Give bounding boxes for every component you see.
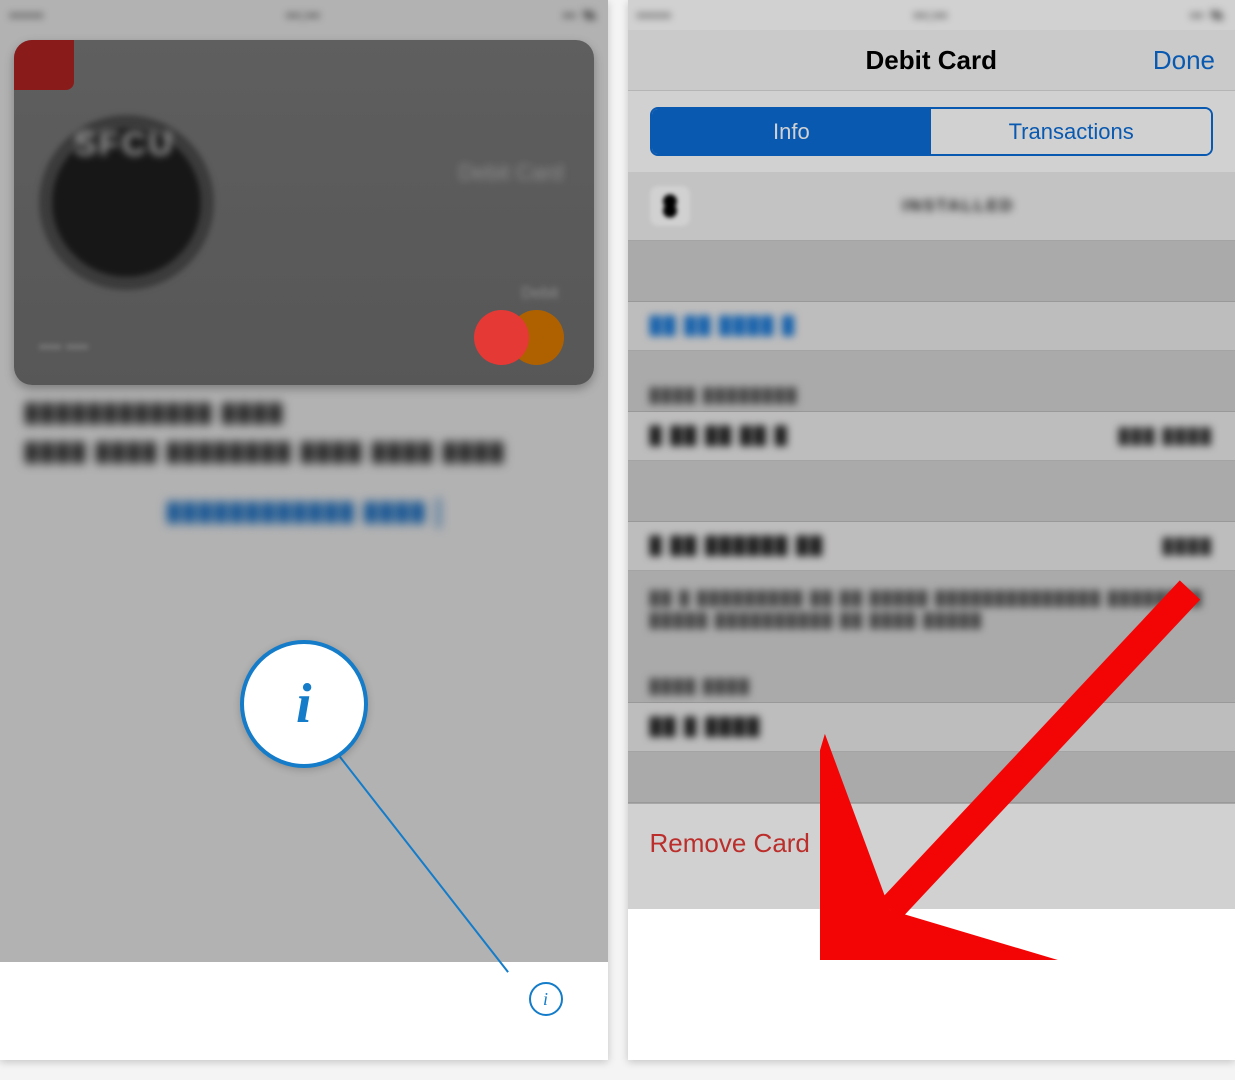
status-bar: ••••• ••:•• •• % [0,0,608,30]
info-button-callout: i [240,640,368,768]
status-time: ••:•• [287,7,321,23]
status-time: ••:•• [914,7,948,23]
list-footer-space [628,884,1235,924]
bottom-toolbar [0,962,608,1060]
status-battery: •• % [1191,7,1225,23]
section-header-card: ████ ████████ [628,351,1235,412]
wallet-card-screen: ••••• ••:•• •• % SFCU Debit Card Debit •… [0,0,608,1060]
device-account-footnote: ██ █ █████████ ██ ██ █████ █████████████… [628,571,1235,656]
nav-title: Debit Card [866,45,997,76]
card-last4: •••• •••• [39,339,88,357]
done-button[interactable]: Done [1153,45,1215,76]
card-corner-accent [14,40,74,90]
section-gap-1 [628,241,1235,302]
status-carrier: ••••• [10,7,45,23]
issuer-app-status: INSTALLED [902,196,1014,216]
info-button[interactable]: i [529,982,563,1016]
device-account-row: █ ██ ██████ ██ ████ [628,522,1235,571]
card-info-line-2: ████ ████ ████████ ████ ████ ████ [25,442,583,463]
section-gap-2 [628,461,1235,522]
segmented-control[interactable]: Info Transactions [650,107,1214,156]
details-list: INSTALLED ██ ██ ████ █ ████ ████████ █ █… [628,172,1235,803]
remove-card-button[interactable]: Remove Card [628,803,1235,884]
card-network-label: Debit [521,285,558,303]
issuer-app-icon [650,186,690,226]
status-carrier: ••••• [638,7,673,23]
mastercard-logo-icon [474,310,564,365]
status-bar: ••••• ••:•• •• % [628,0,1235,30]
card-info-line-1: ████████████ ████ [25,403,583,424]
status-battery: •• % [563,7,597,23]
remove-card-label: Remove Card [650,828,810,859]
card-number-row: █ ██ ██ ██ █ ███ ████ [628,412,1235,461]
card-type-label: Debit Card [458,160,563,186]
section-gap-3 [628,752,1235,803]
card-issuer-name: SFCU [74,125,175,164]
info-icon: i [543,989,548,1010]
section-header-more: ████ ████ [628,656,1235,703]
credit-card-preview[interactable]: SFCU Debit Card Debit •••• •••• [14,40,594,385]
card-details-screen: ••••• ••:•• •• % Debit Card Done Info Tr… [628,0,1235,1060]
issuer-app-row[interactable]: INSTALLED [628,172,1235,241]
contact-issuer-row[interactable]: ██ ██ ████ █ [628,302,1235,351]
terms-row[interactable]: ██ █ ████ [628,703,1235,752]
tab-info[interactable]: Info [652,109,932,154]
nav-bar: Debit Card Done [628,30,1235,91]
info-icon-enlarged: i [296,672,312,736]
card-action-link[interactable]: ████████████ ████ [25,498,583,528]
tab-transactions[interactable]: Transactions [931,109,1211,154]
